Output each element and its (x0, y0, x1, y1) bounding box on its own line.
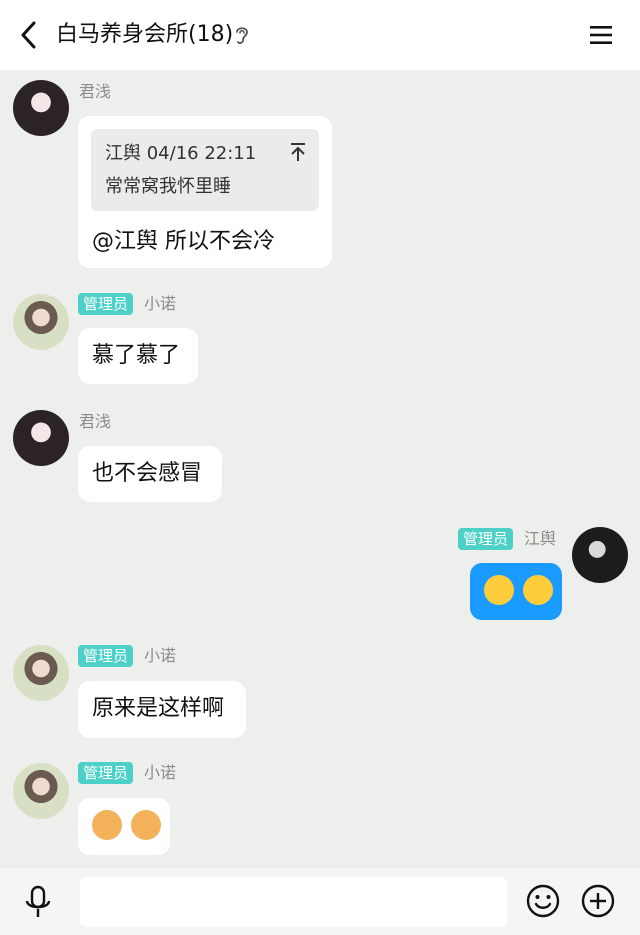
avatar[interactable] (13, 80, 69, 136)
menu-button[interactable] (588, 22, 614, 48)
composer-bar (0, 868, 640, 935)
sender-name: 小诺 (144, 294, 177, 313)
message-text: @江舆 所以不会冷 (92, 229, 275, 254)
message-text: 也不会感冒 (92, 461, 203, 486)
message-text: 原来是这样啊 (92, 696, 225, 721)
chat-header: 白马养身会所(18) (0, 0, 640, 70)
shiba-dog-emoji (92, 810, 122, 840)
plus-circle-icon (581, 884, 615, 918)
quoted-message[interactable]: 江舆 04/16 22:11 常常窝我怀里睡 (91, 129, 319, 211)
emoji-button[interactable] (526, 884, 560, 918)
shiba-dog-emoji (131, 810, 161, 840)
avatar[interactable] (572, 527, 628, 583)
avatar[interactable] (13, 410, 69, 466)
admin-badge: 管理员 (78, 645, 134, 667)
admin-badge: 管理员 (458, 528, 514, 550)
quote-author-time: 江舆 04/16 22:11 (105, 143, 257, 164)
voice-button[interactable] (22, 885, 54, 919)
admin-badge: 管理员 (78, 762, 134, 784)
message-list[interactable]: 君浅 江舆 04/16 22:11 常常窝我怀里睡 @江舆 所以不会冷 管理员 … (0, 70, 640, 868)
back-button[interactable] (14, 20, 42, 50)
message-bubble[interactable]: 也不会感冒 (78, 446, 222, 502)
quote-text: 常常窝我怀里睡 (105, 176, 231, 197)
pin-top-icon (289, 141, 307, 163)
admin-badge: 管理员 (78, 293, 134, 315)
message-input[interactable] (80, 877, 507, 927)
laughing-tears-emoji (484, 575, 514, 605)
smiley-icon (526, 884, 560, 918)
microphone-icon (25, 885, 51, 917)
menu-icon (590, 26, 612, 44)
chevron-left-icon (21, 21, 36, 49)
sender-name: 君浅 (79, 412, 112, 431)
avatar[interactable] (13, 763, 69, 819)
message-bubble[interactable]: 原来是这样啊 (78, 681, 246, 738)
message-bubble[interactable]: 慕了慕了 (78, 328, 198, 384)
message-bubble[interactable] (470, 563, 562, 620)
avatar[interactable] (13, 645, 69, 701)
message-bubble[interactable] (78, 798, 170, 855)
sender-name: 君浅 (79, 82, 112, 101)
message-text: 慕了慕了 (92, 343, 181, 368)
sender-name: 小诺 (144, 763, 177, 782)
avatar[interactable] (13, 294, 69, 350)
sender-name: 江舆 (524, 529, 557, 548)
ear-icon[interactable] (232, 24, 252, 46)
more-button[interactable] (581, 884, 615, 918)
sender-name: 小诺 (144, 646, 177, 665)
chat-title[interactable]: 白马养身会所(18) (56, 20, 233, 50)
laughing-tears-emoji (523, 575, 553, 605)
